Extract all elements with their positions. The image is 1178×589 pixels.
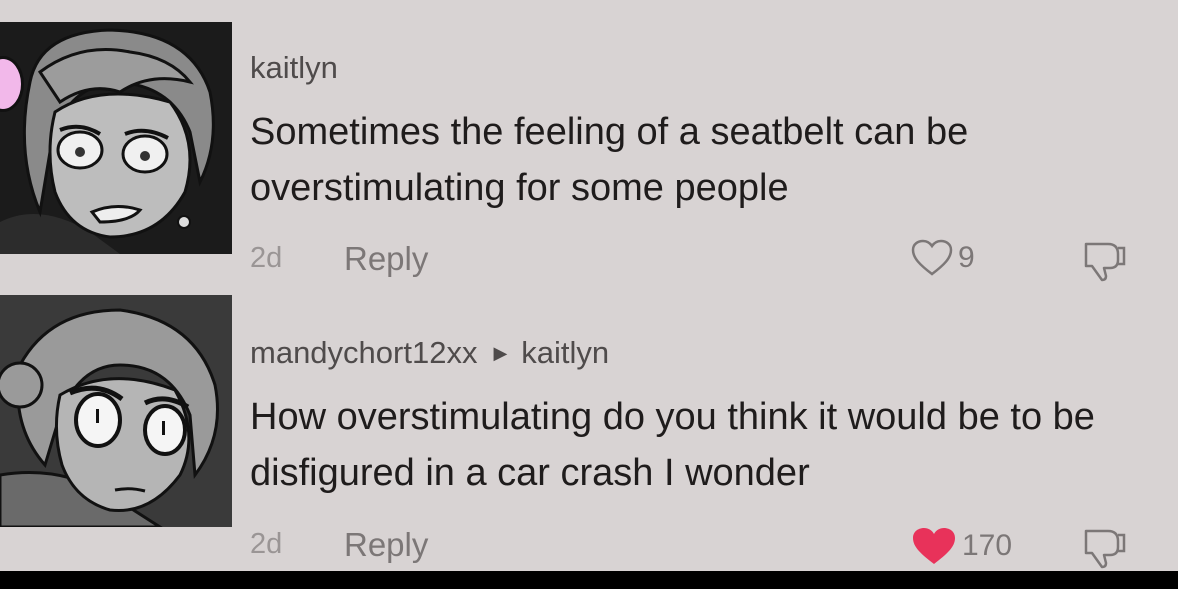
like-count: 170 <box>962 529 1013 562</box>
reply-to-username[interactable]: kaitlyn <box>521 335 609 370</box>
comment-timestamp: 2d <box>250 242 283 274</box>
comment-username[interactable]: mandychort12xx ▶ kaitlyn <box>250 335 609 371</box>
heart-filled-icon <box>913 528 955 564</box>
dislike-button[interactable] <box>1078 238 1128 287</box>
username-text[interactable]: mandychort12xx <box>250 335 477 370</box>
comment-text: How overstimulating do you think it woul… <box>250 396 1095 494</box>
comment-timestamp: 2d <box>250 528 283 560</box>
like-button[interactable]: 170 <box>910 525 1012 567</box>
avatar[interactable] <box>0 295 232 527</box>
thumbs-down-icon <box>1084 529 1126 569</box>
avatar-illustration <box>0 295 232 527</box>
comment-item: kaitlyn Sometimes the feeling of a seatb… <box>0 0 1178 285</box>
bottom-bar <box>0 571 1178 589</box>
avatar[interactable] <box>0 22 232 254</box>
reply-arrow-icon: ▶ <box>493 343 508 363</box>
comment-item: mandychort12xx ▶ kaitlyn How overstimulati… <box>0 285 1178 571</box>
heart-outline-icon <box>911 239 953 276</box>
comment-username[interactable]: kaitlyn <box>250 50 338 86</box>
reply-button[interactable]: Reply <box>344 526 428 564</box>
like-button[interactable]: 9 <box>910 238 975 278</box>
like-count: 9 <box>958 241 975 274</box>
avatar-illustration <box>0 22 232 254</box>
reply-button[interactable]: Reply <box>344 240 428 278</box>
thumbs-down-icon <box>1084 242 1126 282</box>
dislike-button[interactable] <box>1078 525 1128 574</box>
comment-text: Sometimes the feeling of a seatbelt can … <box>250 111 969 209</box>
